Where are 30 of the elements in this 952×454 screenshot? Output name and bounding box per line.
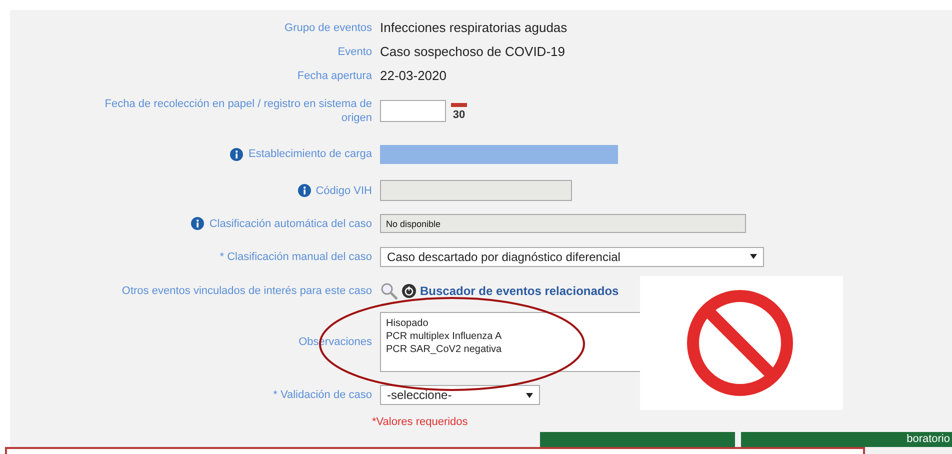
caret-icon	[526, 392, 533, 398]
field-label: * Clasificación manual del caso	[220, 250, 372, 264]
search-icon[interactable]	[380, 282, 398, 300]
send-button[interactable]: boratorio	[741, 432, 952, 447]
power-icon	[402, 284, 416, 298]
field-label: * Validación de caso	[273, 388, 372, 402]
highlighted-field[interactable]	[380, 144, 618, 164]
related-events-link[interactable]: Buscador de eventos relacionados	[420, 284, 619, 298]
field-label: Código VIH	[316, 184, 372, 198]
required-note: *Valores requeridos	[372, 416, 468, 428]
info-icon	[230, 148, 244, 160]
field-label: Establecimiento de carga	[248, 147, 372, 161]
readonly-field: No disponible	[380, 214, 746, 233]
field-label: Otros eventos vinculados de interés para este caso	[122, 284, 372, 298]
info-icon	[191, 217, 204, 230]
field-label: Grupo de eventos	[284, 21, 372, 35]
observations-textarea[interactable]: Hisopado PCR multiplex Influenza A PCR SAR_CoV2 negativa	[380, 312, 642, 372]
field-label: Fecha apertura	[297, 69, 372, 83]
date-input[interactable]	[380, 100, 446, 122]
field-value: Infecciones respiratorias agudas	[380, 20, 568, 35]
field-value: Caso sospechoso de COVID-19	[380, 44, 565, 59]
select-field[interactable]: Caso descartado por diagnóstico diferencial	[380, 246, 764, 266]
field-label: Fecha de recolección en papel / registro en sistema de origen	[104, 97, 372, 125]
field-label: Clasificación automática del caso	[209, 216, 372, 230]
info-icon	[298, 184, 311, 197]
select-field[interactable]: -seleccione-	[380, 385, 540, 405]
calendar-day: 30	[452, 109, 466, 120]
caret-icon	[750, 254, 757, 259]
field-value: 22-03-2020	[380, 68, 446, 83]
field-label: Evento	[338, 45, 372, 59]
